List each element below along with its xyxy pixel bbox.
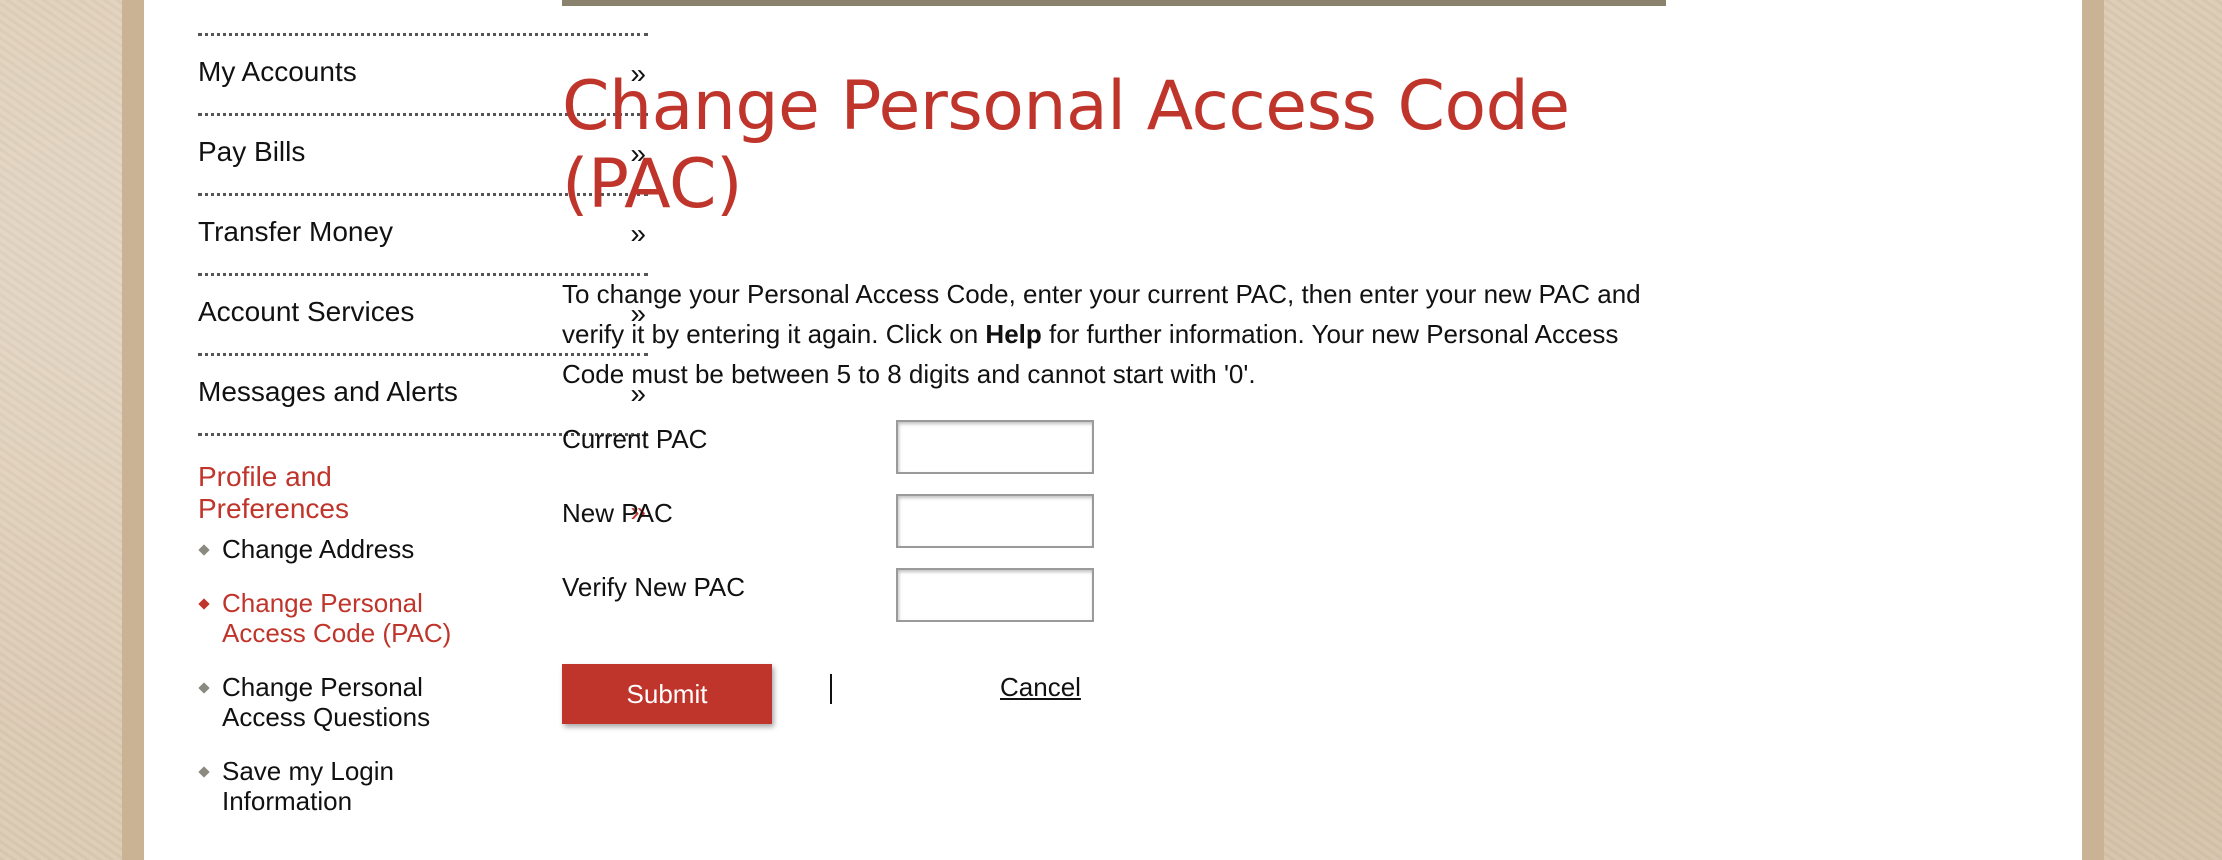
cancel-link[interactable]: Cancel bbox=[1000, 672, 1081, 703]
sidebar-item-label: Pay Bills bbox=[198, 136, 306, 167]
verify-new-pac-row: Verify New PAC bbox=[562, 568, 1162, 624]
diamond-bullet-icon bbox=[198, 766, 210, 778]
header-accent-bar bbox=[562, 0, 1666, 6]
submenu-item-label: Change Address bbox=[222, 534, 415, 564]
submit-button[interactable]: Submit bbox=[562, 664, 772, 724]
current-pac-label: Current PAC bbox=[562, 424, 708, 454]
submenu-item-label: Change Personal Access Questions bbox=[222, 672, 431, 732]
sidebar-item-label: Messages and Alerts bbox=[198, 376, 458, 407]
intro-text: To change your Personal Access Code, ent… bbox=[562, 274, 1666, 394]
background-edge-right bbox=[2082, 0, 2104, 860]
diamond-bullet-icon bbox=[198, 682, 210, 694]
verify-new-pac-label: Verify New PAC bbox=[562, 572, 746, 602]
button-divider bbox=[830, 674, 832, 704]
new-pac-row: New PAC bbox=[562, 494, 1162, 550]
sidebar-item-label: Account Services bbox=[198, 296, 415, 327]
page-title: Change Personal Access Code (PAC) bbox=[562, 67, 1570, 224]
diamond-bullet-icon bbox=[198, 544, 210, 556]
current-pac-input[interactable] bbox=[896, 420, 1094, 474]
submenu-item-label: Save my Login Information bbox=[222, 756, 394, 816]
submenu-item-label: Change Personal Access Code (PAC) bbox=[222, 588, 452, 648]
new-pac-label: New PAC bbox=[562, 498, 673, 528]
help-link[interactable]: Help bbox=[985, 319, 1041, 349]
submenu-item-save-login-info[interactable]: Save my Login Information bbox=[198, 756, 428, 816]
diamond-bullet-icon bbox=[198, 598, 210, 610]
new-pac-input[interactable] bbox=[896, 494, 1094, 548]
current-pac-row: Current PAC bbox=[562, 420, 1162, 476]
background-edge-left bbox=[122, 0, 144, 860]
sidebar-item-label: My Accounts bbox=[198, 56, 357, 87]
sidebar-item-label: Transfer Money bbox=[198, 216, 394, 247]
submenu-item-change-pac[interactable]: Change Personal Access Code (PAC) bbox=[198, 588, 458, 648]
page-panel: My Accounts » Pay Bills » Transfer Money… bbox=[144, 0, 2082, 860]
sidebar-item-label: Profile and Preferences bbox=[198, 461, 349, 524]
verify-new-pac-input[interactable] bbox=[896, 568, 1094, 622]
submenu-item-change-access-questions[interactable]: Change Personal Access Questions bbox=[198, 672, 458, 732]
